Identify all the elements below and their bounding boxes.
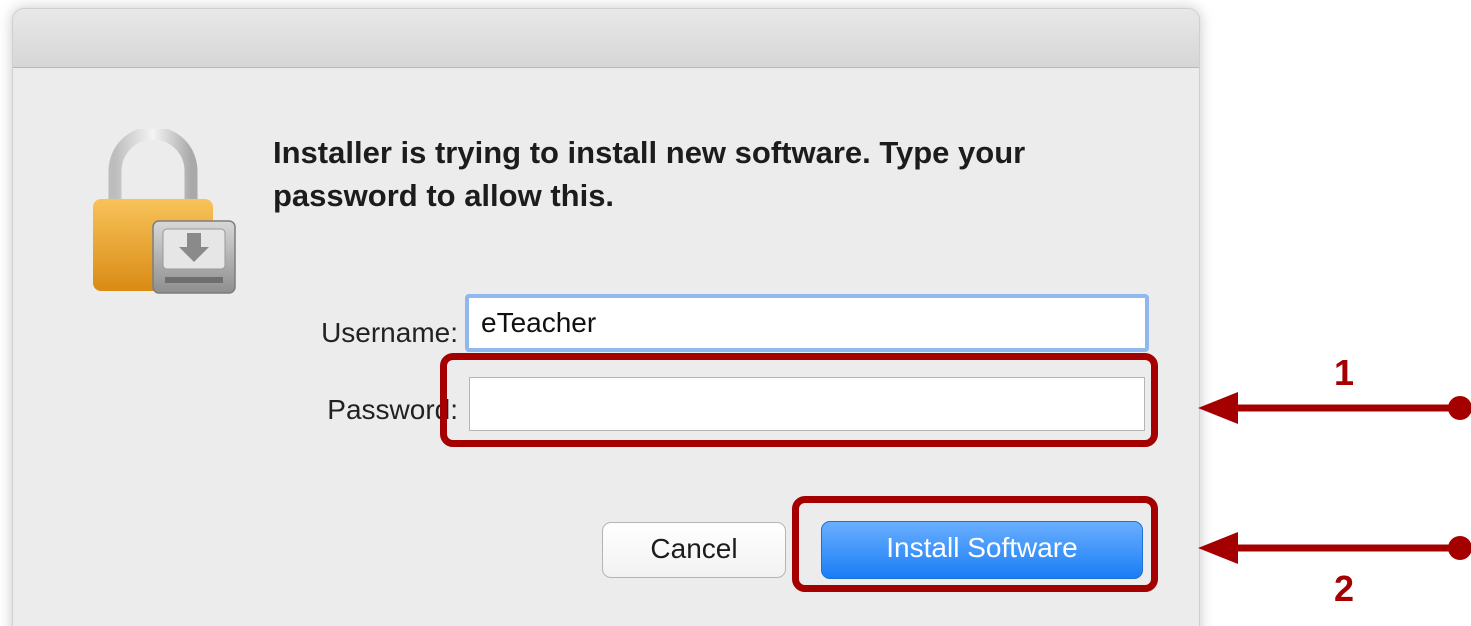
password-label: Password: (327, 394, 458, 425)
dialog-message: Installer is trying to install new softw… (273, 135, 1026, 213)
username-field[interactable] (465, 294, 1149, 352)
dialog-titlebar (13, 9, 1199, 68)
install-button-highlight-box (792, 496, 1158, 592)
username-label: Username: (321, 317, 458, 348)
step-2-label: 2 (1334, 568, 1355, 609)
cancel-button[interactable]: Cancel (602, 522, 786, 578)
lock-icon (93, 129, 236, 294)
password-highlight-box (440, 353, 1158, 447)
step-2-arrow-icon (1198, 532, 1471, 564)
stage: Installer is trying to install new softw… (0, 0, 1471, 626)
step-1-arrow-icon (1198, 392, 1471, 424)
